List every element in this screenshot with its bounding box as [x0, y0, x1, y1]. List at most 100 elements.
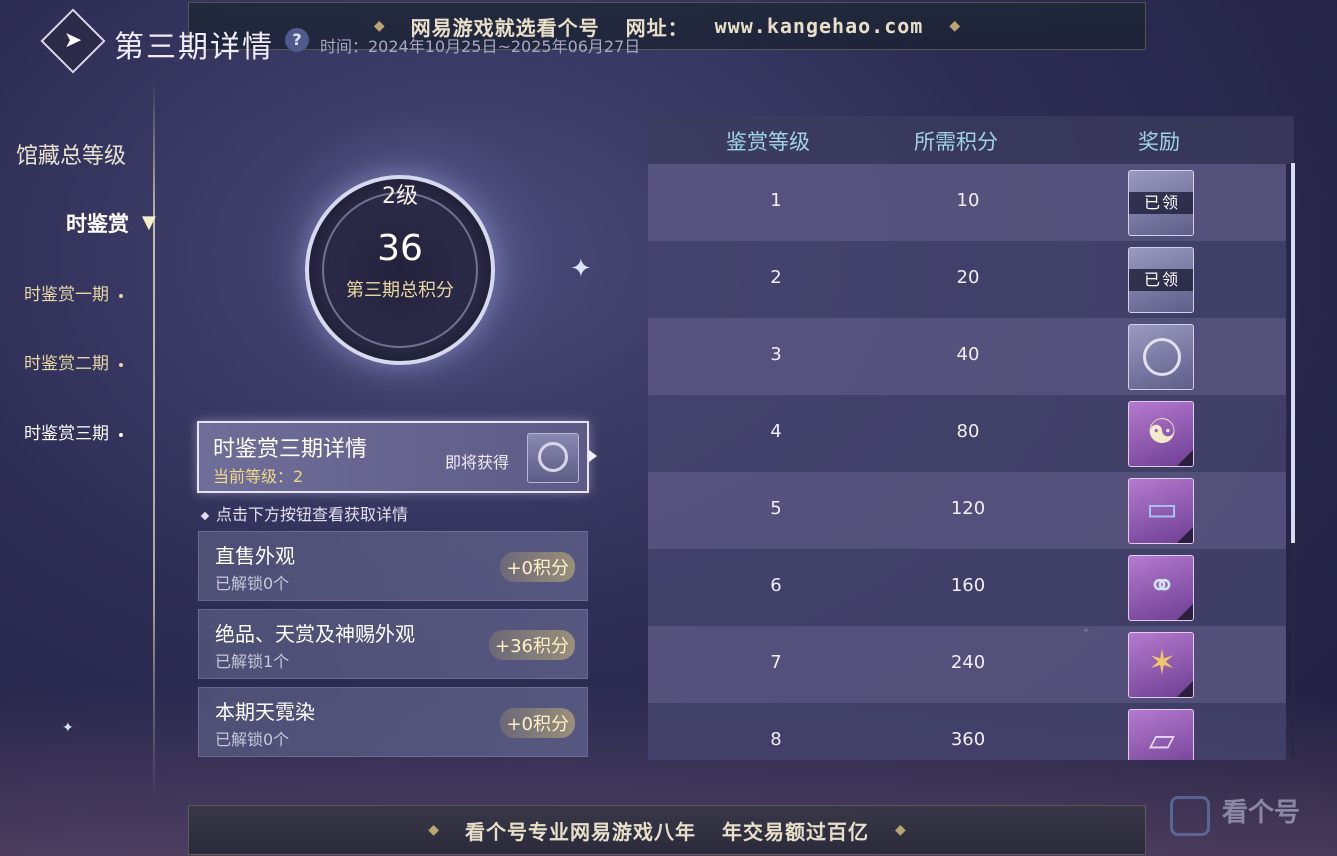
bottom-watermark-banner: ◆ 看个号专业网易游戏八年 年交易额过百亿 ◆	[188, 805, 1146, 855]
scroll-glyph: ▱	[1148, 720, 1176, 760]
banner-glyph: ▭	[1145, 489, 1179, 529]
sidebar-item-label: 时鉴赏一期	[24, 285, 109, 305]
sidebar-item-total-level[interactable]: 馆藏总等级	[16, 138, 126, 170]
score-points: 36	[377, 228, 423, 269]
column-header-level: 鉴赏等级	[726, 130, 810, 154]
sidebar-item-label: 时鉴赏二期	[24, 354, 109, 374]
corner-mark	[1177, 450, 1193, 466]
silver-ring-icon[interactable]	[527, 433, 579, 483]
table-row: 6 160 ⚭	[648, 549, 1286, 626]
banner-url: www.kangehao.com	[714, 14, 924, 38]
watermark-shield-icon	[1170, 796, 1210, 836]
detail-upcoming-label: 即将获得	[445, 453, 510, 472]
row-points: 10	[956, 190, 980, 211]
category-unlocked: 已解锁0个	[215, 730, 290, 749]
ring-shape	[538, 442, 568, 472]
back-button[interactable]: ➤	[40, 8, 106, 74]
banner-right-text: 年交易额过百亿	[722, 819, 869, 844]
column-header-points: 所需积分	[914, 130, 998, 154]
silver-ring-icon[interactable]	[1128, 324, 1194, 390]
pose-glyph: ✶	[1147, 643, 1177, 683]
table-row: 4 80 ☯	[648, 395, 1286, 472]
category-title: 本期天霓染	[215, 700, 315, 724]
row-level: 5	[770, 498, 782, 519]
row-points: 360	[950, 729, 986, 750]
hint-text: 点击下方按钮查看获取详情	[200, 501, 409, 525]
hint-label: 点击下方按钮查看获取详情	[216, 505, 409, 524]
row-points: 160	[950, 575, 986, 596]
scroll-thumb[interactable]	[1291, 163, 1295, 543]
scroll-icon[interactable]: ▱	[1128, 709, 1194, 760]
category-button-dye[interactable]: 本期天霓染 已解锁0个 +0积分	[198, 687, 588, 757]
watermark-logo: 看个号	[1222, 798, 1301, 828]
twin-figures-icon[interactable]: ⚭	[1128, 555, 1194, 621]
detail-current-level: 当前等级：2	[213, 467, 304, 486]
category-title: 绝品、天赏及神赐外观	[215, 622, 415, 646]
sidebar-item-period-2[interactable]: 时鉴赏二期	[24, 349, 123, 374]
chevron-down-icon: ▼	[142, 212, 156, 233]
table-row: 2 20 已领	[648, 241, 1286, 318]
row-points: 120	[950, 498, 986, 519]
category-unlocked: 已解锁1个	[215, 652, 290, 671]
date-range: 时间：2024年10月25日~2025年06月27日	[320, 37, 641, 56]
question-icon[interactable]: ?	[285, 28, 309, 52]
card-pointer-icon	[589, 450, 597, 462]
category-unlocked: 已解锁0个	[215, 574, 290, 593]
dot-icon	[119, 362, 123, 367]
lantern-icon[interactable]: 已领	[1128, 247, 1194, 313]
reward-table[interactable]: 鉴赏等级 所需积分 奖励 1 10 已领 2 20 已领 3 40 4 80 ☯…	[648, 116, 1294, 760]
category-points-badge: +0积分	[500, 552, 575, 582]
dot-icon	[119, 293, 123, 298]
martial-pose-icon[interactable]: ✶	[1128, 632, 1194, 698]
sidebar-item-period-1[interactable]: 时鉴赏一期	[24, 280, 123, 305]
category-title: 直售外观	[215, 544, 295, 568]
table-header: 鉴赏等级 所需积分 奖励	[648, 116, 1294, 164]
score-label: 第三期总积分	[346, 280, 454, 301]
row-level: 4	[770, 421, 782, 442]
sidebar-item-shijianshang[interactable]: 时鉴赏	[66, 208, 129, 238]
row-level: 1	[770, 190, 782, 211]
dot-icon	[119, 432, 123, 437]
table-row: 8 360 ▱	[648, 703, 1286, 760]
claimed-badge: 已领	[1129, 192, 1193, 214]
row-level: 7	[770, 652, 782, 673]
row-points: 80	[956, 421, 980, 442]
category-button-direct-sale[interactable]: 直售外观 已解锁0个 +0积分	[198, 531, 588, 601]
sidebar-item-period-3[interactable]: 时鉴赏三期	[24, 419, 123, 444]
score-ring-inner	[322, 192, 478, 348]
corner-mark	[1177, 527, 1193, 543]
back-arrow-icon: ➤	[63, 28, 83, 53]
ornament-icon: ◆	[373, 18, 385, 34]
category-points-badge: +36积分	[489, 630, 575, 660]
sidebar-divider	[153, 80, 155, 800]
period-detail-card[interactable]: 时鉴赏三期详情 当前等级：2 即将获得	[197, 421, 589, 493]
row-level: 2	[770, 267, 782, 288]
taiji-emblem-icon[interactable]: ☯	[1128, 401, 1194, 467]
corner-mark	[1177, 604, 1193, 620]
table-row: 1 10 已领	[648, 164, 1286, 241]
row-points: 240	[950, 652, 986, 673]
taiji-glyph: ☯	[1146, 412, 1178, 452]
corner-mark	[1177, 681, 1193, 697]
page-title: 第三期详情	[114, 30, 274, 65]
table-scrollbar[interactable]	[1291, 163, 1295, 758]
banner-left-text: 看个号专业网易游戏八年	[465, 819, 696, 844]
silver-frame-icon[interactable]: 已领	[1128, 170, 1194, 236]
row-points: 20	[956, 267, 980, 288]
figures-glyph: ⚭	[1147, 566, 1177, 606]
claimed-badge: 已领	[1129, 269, 1193, 291]
table-row: 5 120 ▭	[648, 472, 1286, 549]
row-level: 6	[770, 575, 782, 596]
category-button-premium[interactable]: 绝品、天赏及神赐外观 已解锁1个 +36积分	[198, 609, 588, 679]
diamond-icon	[200, 511, 210, 520]
row-level: 8	[770, 729, 782, 750]
row-level: 3	[770, 344, 782, 365]
sparkle-icon: ✦	[570, 254, 592, 284]
sparkle-icon: ✦	[62, 720, 74, 736]
column-header-reward: 奖励	[1138, 130, 1180, 154]
category-points-badge: +0积分	[500, 708, 575, 738]
blue-banner-icon[interactable]: ▭	[1128, 478, 1194, 544]
row-points: 40	[956, 344, 980, 365]
score-level: 2级	[382, 184, 418, 209]
sidebar-item-label: 时鉴赏三期	[24, 424, 109, 444]
